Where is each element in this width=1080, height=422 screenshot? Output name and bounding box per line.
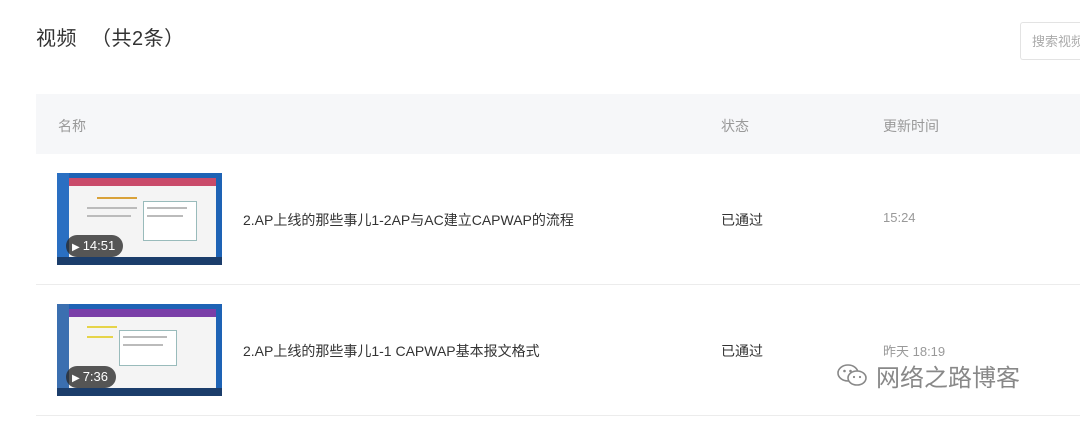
video-list-page: 视频（共2条） 名称 状态 更新时间 ▶14:51	[0, 0, 1080, 422]
table-row[interactable]: ▶ 7:36 2.AP上线的那些事儿1-1 CAPWAP基本报文格式 已通过 昨天…	[36, 285, 1080, 416]
thumbnail-detail	[147, 215, 183, 217]
duration-badge: ▶ 14:51	[66, 235, 124, 257]
duration-badge: ▶ 7:36	[66, 366, 117, 388]
status-text: 已通过	[721, 343, 763, 359]
column-header-status: 状态	[721, 118, 749, 134]
thumbnail-detail	[123, 344, 163, 346]
video-title[interactable]: 2.AP上线的那些事儿1-2AP与AC建立CAPWAP的流程	[243, 210, 574, 230]
play-icon: ▶	[72, 242, 80, 253]
thumbnail-detail	[87, 207, 137, 209]
play-icon: ▶	[72, 373, 80, 384]
duration-text: 7:36	[82, 369, 109, 384]
thumbnail-titlebar	[69, 309, 216, 317]
thumbnail-detail	[147, 207, 187, 209]
thumbnail-taskbar	[57, 388, 222, 396]
table-header: 名称 状态 更新时间	[36, 94, 1080, 154]
video-title[interactable]: 2.AP上线的那些事儿1-1 CAPWAP基本报文格式	[243, 341, 540, 361]
thumbnail-detail	[123, 336, 167, 338]
video-count: （共2条）	[91, 28, 185, 50]
page-title-text: 视频	[36, 28, 77, 50]
thumbnail-titlebar	[69, 178, 216, 186]
thumbnail-detail	[87, 336, 113, 338]
thumbnail-detail	[97, 197, 137, 199]
thumbnail-taskbar	[57, 257, 222, 265]
table-row[interactable]: ▶ 14:51 2.AP上线的那些事儿1-2AP与AC建立CAPWAP的流程 已通…	[36, 154, 1080, 285]
thumbnail-detail	[87, 215, 131, 217]
page-title: 视频 （共2条）	[36, 22, 185, 51]
watermark: 网络之路博客	[836, 358, 1020, 392]
column-header-time: 更新时间	[883, 118, 939, 134]
updated-time: 15:24	[883, 210, 916, 225]
search-input[interactable]	[1020, 22, 1080, 60]
status-text: 已通过	[721, 212, 763, 228]
video-thumbnail[interactable]: ▶ 7:36	[57, 304, 222, 396]
column-header-name: 名称	[58, 118, 86, 134]
watermark-text: 网络之路博客	[876, 364, 1020, 392]
thumbnail-detail	[87, 326, 117, 328]
video-thumbnail[interactable]: ▶ 14:51	[57, 173, 222, 265]
duration-text: 14:51	[82, 238, 116, 253]
wechat-icon	[837, 364, 867, 386]
